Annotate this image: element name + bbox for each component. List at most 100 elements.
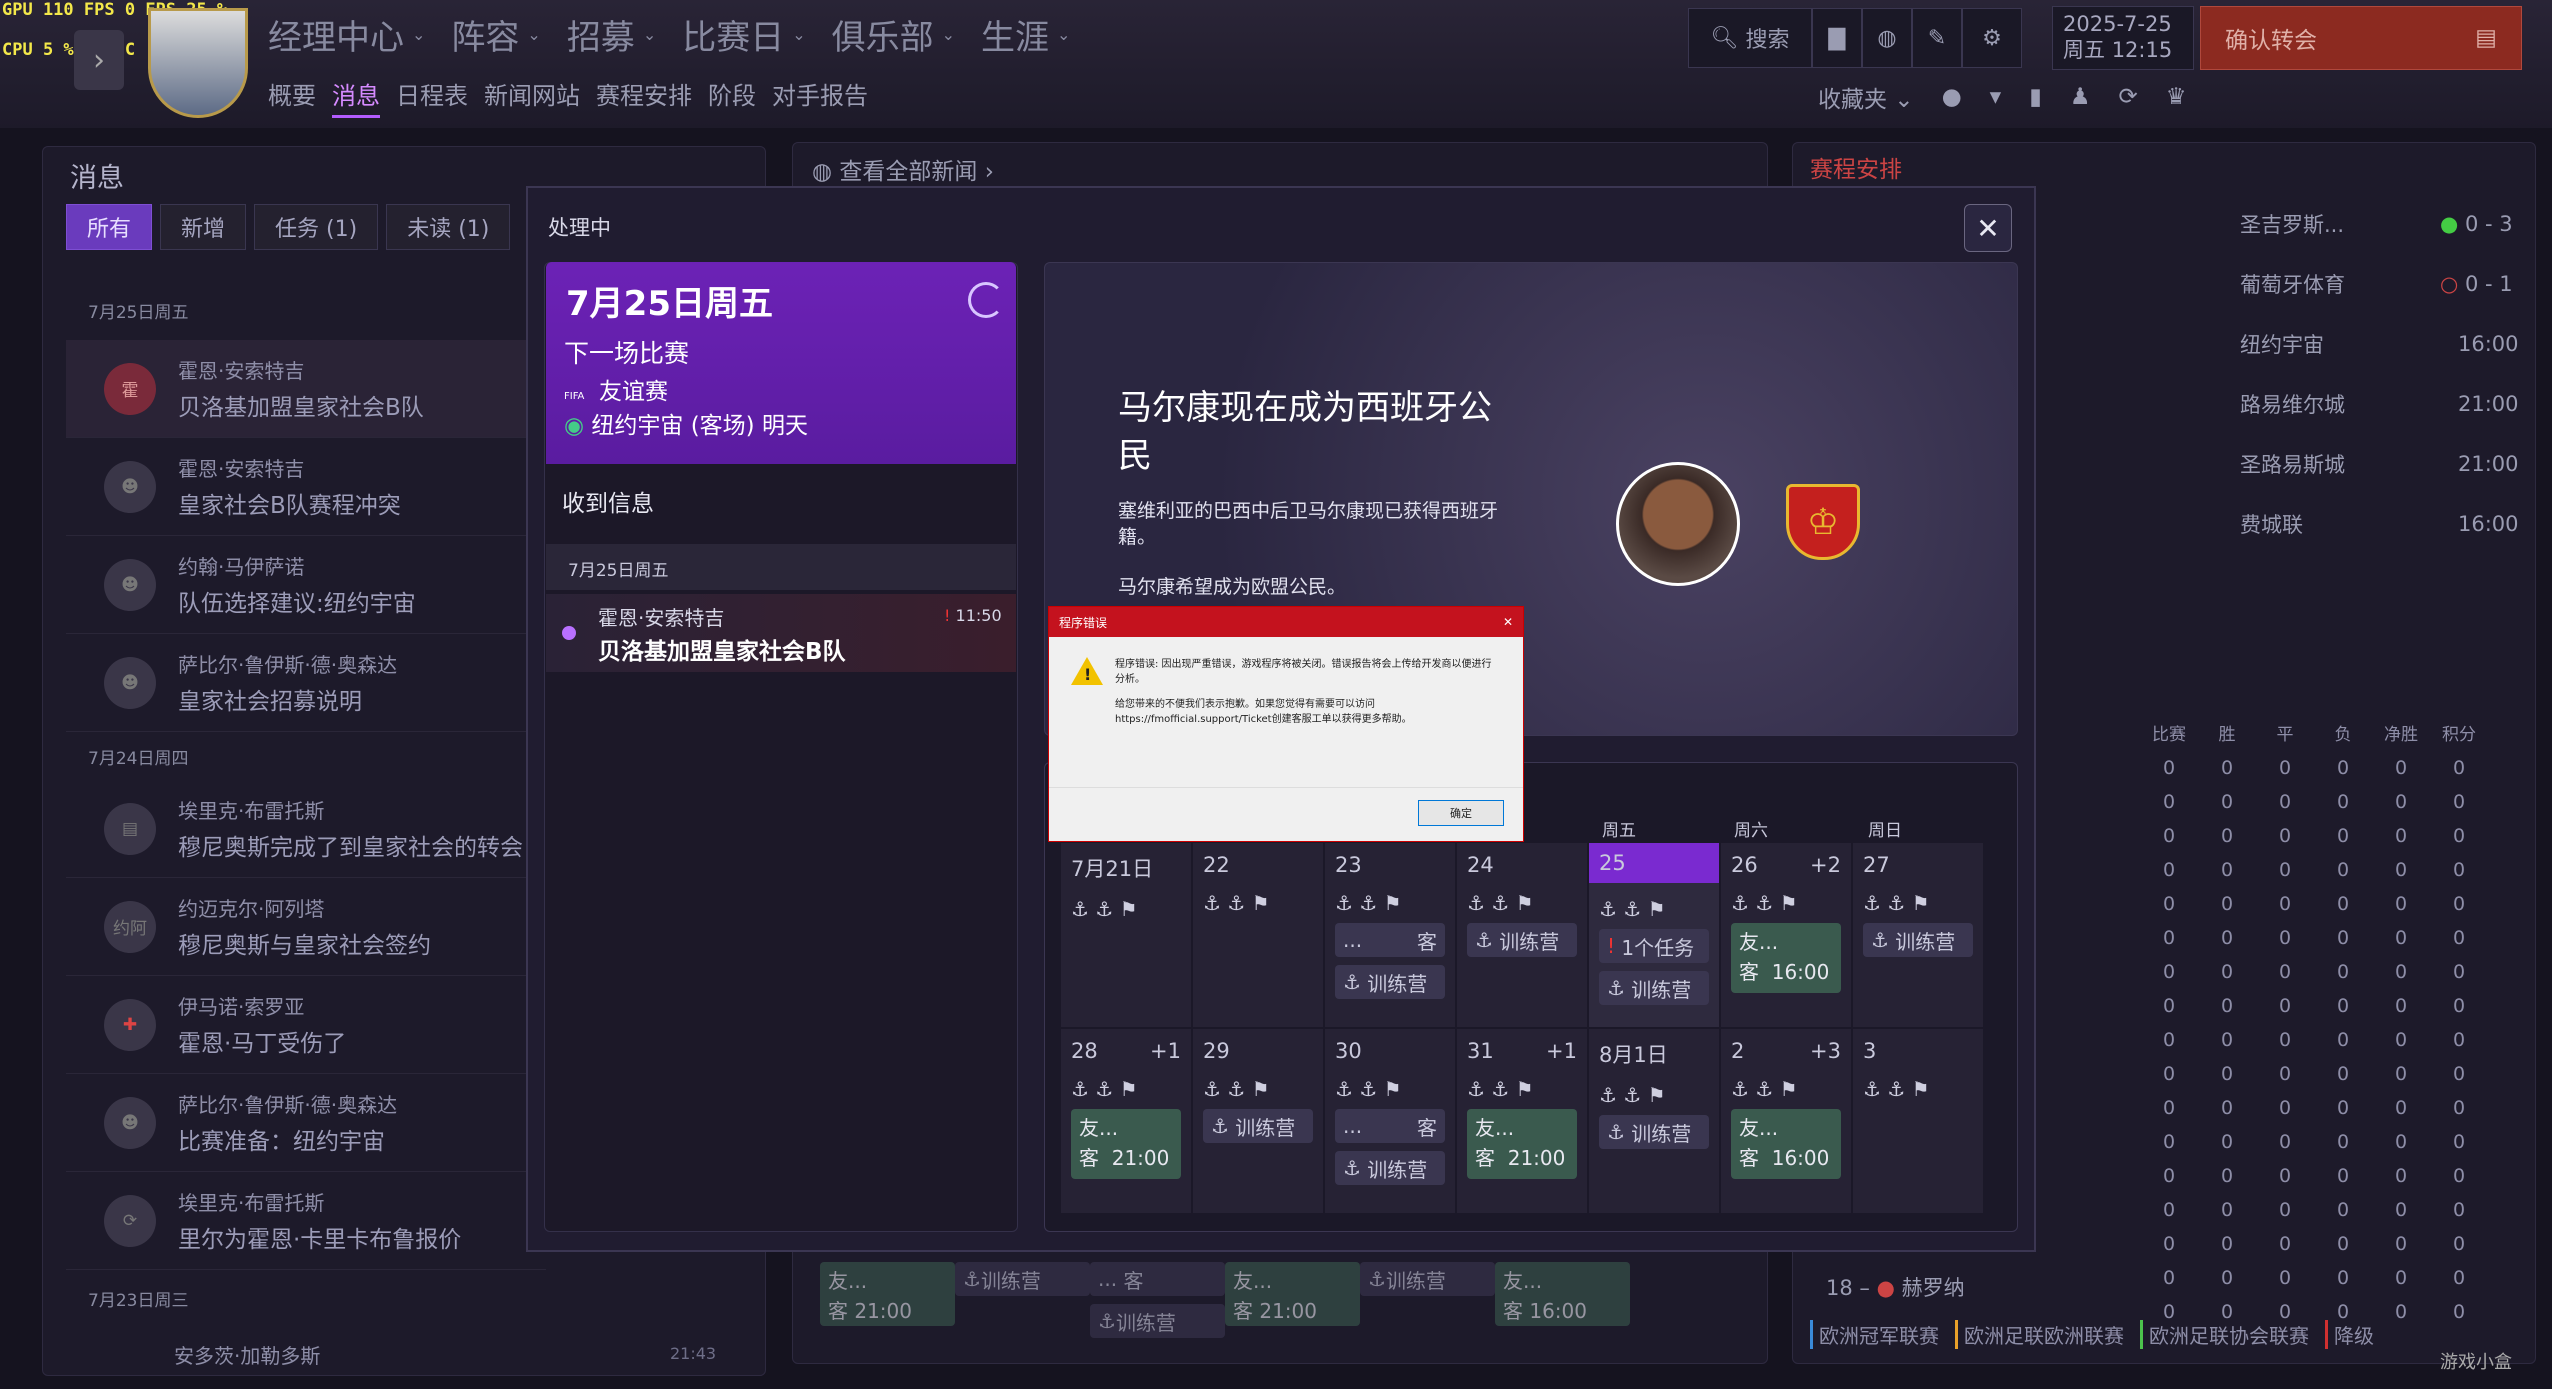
ok-button[interactable]: 确定 — [1418, 800, 1504, 826]
table-row[interactable]: 000000 — [2140, 961, 2488, 983]
training-camp-chip[interactable]: ⚓ 训练营 — [1863, 923, 1973, 957]
calendar-day[interactable]: 2 +3 ⚓ ⚓ ⚑ 友... 客 16:00 — [1720, 1028, 1852, 1214]
tab-all[interactable]: 所有 — [66, 204, 153, 250]
event-chip[interactable]: ... 客 — [1335, 923, 1445, 957]
calendar-day[interactable]: 25 ⚓ ⚓ ⚑ ! 1个任务 ⚓ 训练营 — [1588, 842, 1720, 1028]
notes-button[interactable]: ▇ — [1812, 8, 1862, 68]
calendar-day[interactable]: 30 ⚓ ⚓ ⚑ ... 客 ⚓ 训练营 — [1324, 1028, 1456, 1214]
shirt-icon[interactable]: ▾ — [1990, 84, 2002, 110]
news-body: 塞维利亚的巴西中后卫马尔康现已获得西班牙籍。 — [1118, 500, 1499, 548]
training-icons: ⚓ ⚓ ⚑ — [1599, 897, 1666, 921]
training-camp-chip[interactable]: ⚓ 训练营 — [1335, 965, 1445, 999]
list-item[interactable]: ✚ 伊马诺·索罗亚 霍恩·马丁受伤了 — [66, 976, 546, 1074]
training-camp-chip[interactable]: ⚓ 训练营 — [1467, 923, 1577, 957]
game-date[interactable]: 2025-7-25 周五 12:15 — [2052, 6, 2194, 70]
list-item[interactable]: 约阿 约迈克尔·阿列塔 穆尼奥斯与皇家社会签约 — [66, 878, 546, 976]
calendar-day[interactable]: 27 ⚓ ⚓ ⚑ ⚓ 训练营 — [1852, 842, 1984, 1028]
list-item[interactable]: ☻ 霍恩·安索特吉 皇家社会B队赛程冲突 — [66, 438, 546, 536]
match-chip[interactable]: 友... 客 16:00 — [1731, 923, 1841, 993]
subnav-news[interactable]: 新闻网站 — [484, 76, 580, 118]
table-row[interactable]: 000000 — [2140, 927, 2488, 949]
world-button[interactable]: ◍ — [1862, 8, 1912, 68]
tab-new[interactable]: 新增 — [160, 204, 247, 250]
list-item[interactable]: ⟳ 埃里克·布雷托斯 里尔为霍恩·卡里卡布鲁报价 — [66, 1172, 546, 1270]
calendar-day[interactable]: 8月1日 ⚓ ⚓ ⚑ ⚓ 训练营 — [1588, 1028, 1720, 1214]
table-row[interactable]: 000000 — [2140, 995, 2488, 1017]
table-row[interactable]: 000000 — [2140, 825, 2488, 847]
training-camp-chip[interactable]: ⚓ 训练营 — [1599, 1115, 1709, 1149]
day-number: 27 — [1863, 853, 1890, 877]
favorites-dropdown[interactable]: 收藏夹 ⌄ — [1818, 80, 1914, 114]
calendar-day[interactable]: 28 +1 ⚓ ⚓ ⚑ 友... 客 21:00 — [1060, 1028, 1192, 1214]
day-number: 7月21日 — [1071, 857, 1154, 881]
event-chip[interactable]: ... 客 — [1335, 1109, 1445, 1143]
subnav-opponent[interactable]: 对手报告 — [772, 76, 868, 118]
avatar: ☻ — [104, 1096, 156, 1149]
task-chip[interactable]: ! 1个任务 — [1599, 929, 1709, 963]
nav-matchday[interactable]: 比赛日 ⌄ — [682, 10, 805, 59]
close-button[interactable]: ✕ — [1964, 204, 2012, 252]
calendar-day[interactable]: 23 ⚓ ⚓ ⚑ ... 客 ⚓ 训练营 — [1324, 842, 1456, 1028]
calendar-day[interactable]: 7月21日 ⚓ ⚓ ⚑ — [1060, 842, 1192, 1028]
calendar-day[interactable]: 26 +2 ⚓ ⚓ ⚑ 友... 客 16:00 — [1720, 842, 1852, 1028]
nav-manager[interactable]: 经理中心 ⌄ — [268, 10, 425, 59]
calendar-day[interactable]: 3 ⚓ ⚓ ⚑ — [1852, 1028, 1984, 1214]
table-row[interactable]: 000000 — [2140, 1131, 2488, 1153]
edit-button[interactable]: ✎ — [1912, 8, 1962, 68]
list-item[interactable]: 霍霍恩·安索特吉 贝洛基加盟皇家社会B队 — [66, 340, 546, 438]
table-row[interactable]: 000000 — [2140, 859, 2488, 881]
subnav-fixtures[interactable]: 赛程安排 — [596, 76, 692, 118]
list-item[interactable]: ▤ 埃里克·布雷托斯 穆尼奥斯完成了到皇家社会的转会 — [66, 780, 546, 878]
nav-career[interactable]: 生涯 ⌄ — [981, 10, 1070, 59]
subnav-stages[interactable]: 阶段 — [708, 76, 756, 118]
cards-icon[interactable]: ▮ — [2029, 84, 2042, 110]
list-item[interactable]: ☻ 约翰·马伊萨诺 队伍选择建议:纽约宇宙 — [66, 536, 546, 634]
tab-unread[interactable]: 未读 (1) — [386, 204, 511, 250]
table-row[interactable]: 18 – ● 赫罗纳 — [1826, 1272, 1965, 1302]
staff-icon[interactable]: ♟ — [2070, 84, 2091, 110]
subnav-overview[interactable]: 概要 — [268, 76, 316, 118]
table-row[interactable]: 000000 — [2140, 1063, 2488, 1085]
search-button[interactable]: 🔍︎ 搜索 — [1688, 8, 1812, 68]
back-button[interactable]: › — [74, 30, 124, 90]
nav-recruit[interactable]: 招募 ⌄ — [567, 10, 656, 59]
training-camp-chip[interactable]: ⚓ 训练营 — [1203, 1109, 1313, 1143]
match-chip[interactable]: 友... 客 16:00 — [1731, 1109, 1841, 1179]
calendar-day[interactable]: 31 +1 ⚓ ⚓ ⚑ 友... 客 21:00 — [1456, 1028, 1588, 1214]
subnav-inbox[interactable]: 消息 — [332, 76, 380, 118]
list-item[interactable]: ☻ 萨比尔·鲁伊斯·德·奥森达 比赛准备：纽约宇宙 — [66, 1074, 546, 1172]
tab-tasks[interactable]: 任务 (1) — [254, 204, 379, 250]
confirm-transfer-button[interactable]: 确认转会 ▤ — [2200, 6, 2522, 70]
training-camp-chip[interactable]: ⚓ 训练营 — [1599, 971, 1709, 1005]
trophy-icon[interactable]: ♛ — [2166, 84, 2187, 110]
calendar-day[interactable]: 24 ⚓ ⚓ ⚑ ⚓ 训练营 — [1456, 842, 1588, 1028]
list-item[interactable]: 安多茨·加勒多斯 — [174, 1340, 320, 1369]
close-icon[interactable]: ✕ — [1503, 615, 1513, 629]
calendar-day[interactable]: 22 ⚓ ⚓ ⚑ — [1192, 842, 1324, 1028]
club-crest[interactable] — [148, 8, 248, 118]
table-row[interactable]: 000000 — [2140, 1029, 2488, 1051]
match-chip[interactable]: 友... 客 21:00 — [1071, 1109, 1181, 1179]
more-count: +3 — [1810, 1039, 1841, 1063]
table-row[interactable]: 000000 — [2140, 1199, 2488, 1221]
calendar-day[interactable]: 29 ⚓ ⚓ ⚑ ⚓ 训练营 — [1192, 1028, 1324, 1214]
match-chip[interactable]: 友... 客 21:00 — [1467, 1109, 1577, 1179]
day-number: 25 — [1599, 851, 1626, 875]
table-row[interactable]: 000000 — [2140, 1097, 2488, 1119]
table-row[interactable]: 000000 — [2140, 1267, 2488, 1289]
table-row[interactable]: 000000 — [2140, 1165, 2488, 1187]
nav-club[interactable]: 俱乐部 ⌄ — [832, 10, 955, 59]
list-item[interactable]: ☻ 萨比尔·鲁伊斯·德·奥森达 皇家社会招募说明 — [66, 634, 546, 732]
table-row[interactable]: 000000 — [2140, 1233, 2488, 1255]
view-all-news-link[interactable]: ◍ 查看全部新闻 › — [812, 152, 994, 186]
table-row[interactable]: 000000 — [2140, 893, 2488, 915]
unread-dot — [562, 626, 576, 640]
nav-squad[interactable]: 阵容 ⌄ — [451, 10, 540, 59]
refresh-icon[interactable]: ⟳ — [2119, 84, 2138, 110]
settings-button[interactable]: ⚙ — [1962, 8, 2022, 68]
subnav-schedule[interactable]: 日程表 — [396, 76, 468, 118]
training-camp-chip[interactable]: ⚓ 训练营 — [1335, 1151, 1445, 1185]
chat-icon[interactable]: ● — [1942, 84, 1962, 110]
table-row[interactable]: 000000 — [2140, 757, 2488, 779]
table-row[interactable]: 000000 — [2140, 791, 2488, 813]
